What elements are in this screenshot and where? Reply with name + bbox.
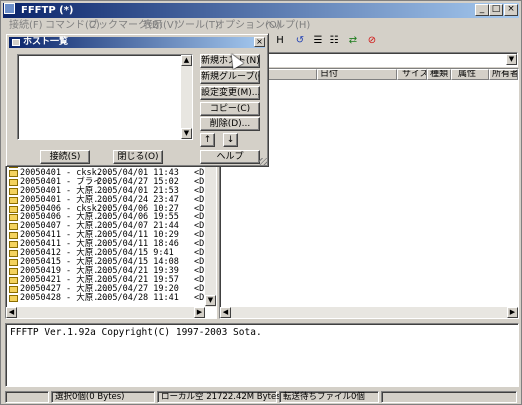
help-button[interactable]: ヘルプ [200, 150, 260, 164]
close-button[interactable]: × [504, 4, 518, 16]
app-icon [4, 3, 15, 14]
new-group-button[interactable]: 新規グループ(G)... [200, 70, 260, 84]
file-date: 2005/04/28 11:41 [97, 292, 179, 303]
local-hscrollbar[interactable]: ◀ ▶ [6, 307, 205, 318]
file-size: <DI [194, 292, 205, 303]
scroll-left-icon[interactable]: ◀ [6, 307, 17, 318]
scroll-right-icon[interactable]: ▶ [507, 307, 518, 318]
col-date[interactable]: 日付 [317, 69, 397, 80]
folder-icon [9, 232, 18, 240]
log-text: FFFTP Ver.1.92a Copyright(C) 1997-2003 S… [10, 327, 262, 338]
refresh-icon[interactable]: ↺ [293, 34, 307, 48]
remote-hscrollbar[interactable]: ◀ ▶ [220, 307, 518, 318]
window-title: FFFTP (*) [21, 5, 74, 16]
folder-icon [9, 294, 18, 302]
menu-view[interactable]: 表示(V) [143, 19, 178, 33]
move-down-button[interactable]: ↓ [223, 133, 238, 147]
delete-button[interactable]: 削除(D)... [200, 117, 260, 131]
resize-grip[interactable] [259, 158, 267, 166]
folder-icon [9, 187, 18, 195]
folder-icon [9, 169, 18, 177]
hostlist-icon[interactable]: H [273, 34, 287, 48]
dialog-title: ホスト一覧 [23, 37, 69, 47]
status-selected: 選択0個(0 Bytes) [51, 391, 155, 403]
maximize-button[interactable]: □ [489, 4, 503, 16]
folder-icon [9, 205, 18, 213]
log-panel[interactable]: FFFTP Ver.1.92a Copyright(C) 1997-2003 S… [5, 323, 519, 387]
status-local-free: ローカル空 21722.42M Bytes [157, 391, 281, 403]
menu-help[interactable]: ヘルプ(H) [265, 19, 310, 33]
folder-icon [9, 178, 18, 186]
host-list-scrollbar[interactable]: ▲ ▼ [181, 55, 192, 139]
folder-icon [9, 250, 18, 257]
dialog-icon [12, 39, 20, 46]
title-bar: FFFTP (*) [3, 3, 519, 18]
host-list[interactable]: ▲ ▼ [17, 54, 193, 140]
local-file-list[interactable]: 20050401 - cksk...2005/04/01 15:58<DI200… [5, 151, 217, 319]
dialog-title-bar: ホスト一覧 [9, 37, 265, 48]
col-owner[interactable]: 所有者 [489, 69, 518, 80]
detail-view-icon[interactable]: ☷ [327, 34, 341, 48]
list-view-icon[interactable]: ☰ [311, 34, 325, 48]
local-vscrollbar[interactable]: ▼ [205, 152, 216, 307]
folder-icon [9, 285, 18, 293]
col-type[interactable]: 種類 [427, 69, 451, 80]
edit-settings-button[interactable]: 設定変更(M)... [200, 86, 260, 100]
scroll-left-icon[interactable]: ◀ [220, 307, 231, 318]
folder-icon [9, 241, 18, 249]
folder-icon [9, 214, 18, 222]
scroll-up-icon[interactable]: ▲ [181, 55, 192, 66]
menu-tools[interactable]: ツール(T) [175, 19, 219, 33]
chevron-down-icon[interactable]: ▼ [506, 54, 517, 65]
folder-icon [9, 258, 18, 266]
menu-bar: 接続(F) コマンド(C) ブックマーク(B) 表示(V) ツール(T) オプシ… [3, 19, 519, 33]
scroll-down-icon[interactable]: ▼ [205, 295, 216, 306]
sync-icon[interactable]: ⇄ [346, 34, 360, 48]
local-rows: 20050401 - cksk...2005/04/01 15:58<DI200… [7, 164, 205, 306]
file-name: 20050428 - 大原... [20, 292, 109, 303]
scroll-right-icon[interactable]: ▶ [194, 307, 205, 318]
status-queue: 転送待ちファイル0個 [279, 391, 379, 403]
move-up-button[interactable]: ↑ [200, 133, 215, 147]
minimize-button[interactable]: _ [475, 4, 489, 16]
connect-button[interactable]: 接続(S) [40, 150, 90, 164]
copy-button[interactable]: コピー(C) [200, 102, 260, 116]
col-size[interactable]: サイズ [397, 69, 427, 80]
folder-icon [9, 267, 18, 275]
dialog-close-button[interactable]: × [254, 37, 265, 47]
folder-icon [9, 276, 18, 284]
status-bar: 選択0個(0 Bytes) ローカル空 21722.42M Bytes 転送待ち… [3, 389, 519, 404]
ffftp-window: FFFTP (*) _ □ × 接続(F) コマンド(C) ブックマーク(B) … [0, 0, 522, 405]
status-extra [381, 391, 517, 403]
host-list-dialog: ホスト一覧 × ▲ ▼ 新規ホスト(N)... 新規グループ(G)... 設定変… [5, 33, 269, 167]
folder-icon [9, 223, 18, 231]
close-dialog-button[interactable]: 閉じる(O) [113, 150, 163, 164]
col-attr[interactable]: 属性 [451, 69, 489, 80]
folder-icon [9, 196, 18, 204]
status-empty [5, 391, 49, 403]
menu-connect[interactable]: 接続(F) [9, 19, 43, 33]
scroll-down-icon[interactable]: ▼ [181, 128, 192, 139]
stop-icon[interactable]: ⊘ [365, 34, 379, 48]
